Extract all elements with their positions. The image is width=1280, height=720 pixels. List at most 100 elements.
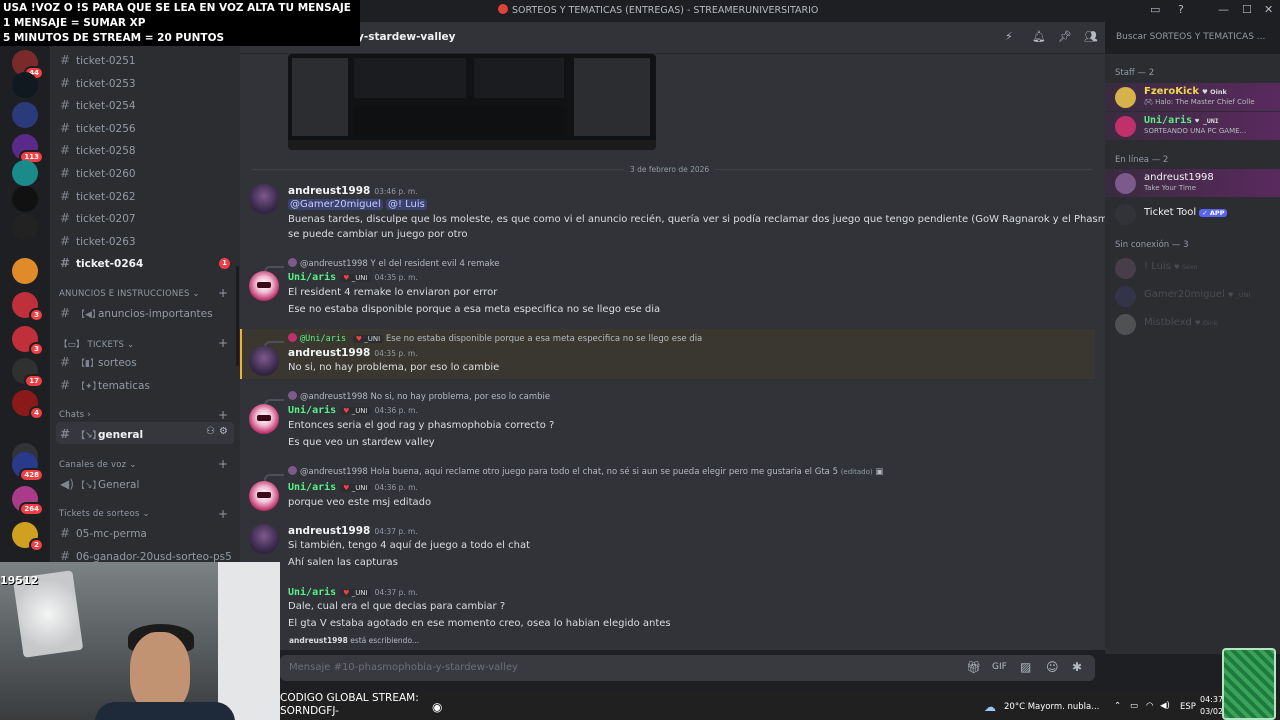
message-author[interactable]: Uni/aris ♥ _UNI 04:37 p. m. [288, 587, 418, 598]
image-attachment[interactable] [288, 54, 656, 150]
category-tickets[interactable]: 【▭】 TICKETS ⌄ [59, 338, 134, 350]
server-icon[interactable]: 4 [12, 390, 44, 420]
server-icon[interactable]: 3 [12, 292, 44, 322]
member-row[interactable]: andreust1998 Take Your Time [1105, 169, 1280, 197]
author-name[interactable]: Uni/aris [288, 272, 336, 283]
gif-icon[interactable]: GIF [992, 662, 1007, 672]
message-author[interactable]: andreust1998 04:35 p. m. [288, 347, 418, 359]
message-author[interactable]: Uni/aris ♥ _UNI 04:35 p. m. [288, 272, 418, 283]
server-icon[interactable] [12, 186, 38, 212]
message-author[interactable]: andreust1998 04:37 p. m. [288, 525, 418, 537]
avatar[interactable] [249, 346, 279, 376]
reply-preview[interactable]: @andreust1998 No si, no hay problema, po… [288, 391, 550, 402]
author-name[interactable]: andreust1998 [288, 185, 370, 197]
avatar[interactable] [249, 404, 279, 434]
member-row[interactable]: Gamer20miguel ♥ _UNI [1105, 282, 1280, 310]
author-name[interactable]: andreust1998 [288, 347, 370, 359]
avatar[interactable] [249, 184, 279, 214]
reply-preview[interactable]: @andreust1998 Y el del resident evil 4 r… [288, 258, 499, 269]
add-channel-icon[interactable]: + [218, 336, 228, 350]
members-icon[interactable]: 👥︎ [1084, 30, 1098, 43]
pin-icon[interactable]: 📌︎ [1058, 30, 1072, 43]
avatar[interactable] [249, 271, 279, 301]
server-icon[interactable] [12, 160, 38, 186]
add-channel-icon[interactable]: + [218, 286, 228, 300]
channel-ticket[interactable]: # ticket-0207 [60, 211, 136, 225]
search-input[interactable]: Buscar SORTEOS Y TEMATICAS ... [1110, 27, 1270, 49]
server-icon[interactable]: 264 [12, 486, 44, 516]
channel-ticket-unread[interactable]: # ticket-0264 [60, 256, 143, 270]
mention-tag[interactable]: @Gamer20miguel [288, 199, 383, 210]
member-row[interactable]: ! Luis ♥ Sexo [1105, 254, 1280, 282]
app-icon[interactable]: ◉ [432, 700, 442, 714]
channel-sorteos[interactable]: # 【▮】sorteos [60, 355, 137, 369]
avatar[interactable] [249, 481, 279, 511]
category-chats[interactable]: Chats › [59, 410, 91, 420]
message-author[interactable]: Uni/aris ♥ _UNI 04:36 p. m. [288, 482, 418, 493]
member-row[interactable]: Ticket Tool ✓ APP [1105, 200, 1280, 228]
member-row[interactable]: FzeroKick ♥ Oink 🎮︎ Halo: The Master Chie… [1105, 83, 1280, 111]
category-voice[interactable]: Canales de voz ⌄ [59, 460, 137, 470]
channel-tematicas[interactable]: # 【✦】tematicas [60, 378, 150, 392]
network-icon[interactable]: ▭ [1130, 701, 1138, 711]
server-icon[interactable]: 17 [12, 358, 44, 388]
channel-ticket[interactable]: # ticket-0260 [60, 166, 136, 180]
channel-ticket[interactable]: # ticket-0262 [60, 189, 136, 203]
category-ticket-sorteos[interactable]: Tickets de sorteos ⌄ [59, 509, 150, 519]
member-row[interactable]: Uni/aris ♥ _UNI SORTEANDO UNA PC GAME... [1105, 112, 1280, 140]
message-input[interactable]: Mensaje #10-phasmophobia-y-stardew-valle… [289, 662, 518, 673]
message-composer[interactable]: Mensaje #10-phasmophobia-y-stardew-valle… [280, 655, 1095, 681]
avatar[interactable] [249, 524, 279, 554]
volume-icon[interactable]: ◀) [1160, 701, 1170, 711]
author-name[interactable]: Uni/aris [288, 405, 336, 416]
channel-ticket[interactable]: # ticket-0254 [60, 98, 136, 112]
channel-general[interactable]: # 【↘】general [60, 427, 143, 441]
server-icon[interactable] [12, 258, 38, 284]
author-name[interactable]: andreust1998 [288, 525, 370, 537]
add-channel-icon[interactable]: + [218, 408, 228, 422]
scrollbar[interactable] [236, 266, 239, 366]
member-row[interactable]: Mistblexd ♥ Oink [1105, 310, 1280, 338]
message-author[interactable]: Uni/aris ♥ _UNI 04:36 p. m. [288, 405, 418, 416]
channel-mc-perma[interactable]: #05-mc-perma [60, 526, 147, 540]
minimize-icon[interactable]: — [1218, 3, 1229, 16]
channel-ticket[interactable]: # ticket-0263 [60, 234, 136, 248]
channel-ticket[interactable]: # ticket-0253 [60, 76, 136, 90]
server-icon[interactable]: 428 [12, 452, 44, 482]
screen-icon[interactable]: ▭ [1150, 3, 1160, 16]
author-name[interactable]: Uni/aris [288, 482, 336, 493]
add-channel-icon[interactable]: + [218, 457, 228, 471]
server-icon[interactable] [12, 214, 38, 240]
channel-ticket[interactable]: # ticket-0258 [60, 143, 136, 157]
language-indicator[interactable]: ESP [1180, 702, 1196, 712]
server-icon[interactable]: 2 [12, 522, 44, 552]
voice-channel-general[interactable]: ◀) 【↘】General [60, 477, 139, 491]
reply-preview[interactable]: @Uni/aris ♥ _UNI Ese no estaba disponibl… [288, 333, 702, 344]
server-icon[interactable] [12, 102, 38, 128]
server-icon[interactable] [12, 72, 38, 98]
server-icon[interactable]: 3 [12, 326, 44, 356]
channel-ticket[interactable]: # ticket-0256 [60, 121, 136, 135]
close-icon[interactable]: ✕ [1264, 3, 1273, 16]
chevron-up-icon[interactable]: ⌃ [1114, 701, 1121, 711]
reply-preview[interactable]: @andreust1998 Hola buena, aqui reclame o… [288, 466, 883, 477]
channel-announcements[interactable]: # 【◀】anuncios-importantes [60, 306, 213, 320]
channel-ticket[interactable]: # ticket-0251 [60, 53, 136, 67]
message-author[interactable]: andreust1998 03:46 p. m. [288, 185, 418, 197]
mention-tag[interactable]: @! Luis [385, 199, 427, 210]
gift-icon[interactable]: 🎁︎ [966, 660, 981, 674]
author-name[interactable]: Uni/aris [288, 587, 336, 598]
maximize-icon[interactable]: ☐ [1242, 3, 1252, 16]
server-icon[interactable]: 113 [12, 134, 44, 164]
invite-icon[interactable]: ⚇ [206, 426, 215, 437]
channel-ganador[interactable]: #06-ganador-20usd-sorteo-ps5 [60, 549, 232, 562]
help-icon[interactable]: ? [1178, 3, 1184, 16]
sticker-icon[interactable]: ▨ [1020, 660, 1031, 674]
wifi-icon[interactable]: ◠ [1146, 701, 1153, 711]
threads-icon[interactable]: ⚡ [1005, 30, 1013, 43]
apps-icon[interactable]: ✱ [1072, 660, 1082, 674]
weather-text[interactable]: 20°C Mayorm. nubla... [1004, 702, 1099, 712]
add-channel-icon[interactable]: + [218, 507, 228, 521]
bell-icon[interactable]: 🔔︎ [1032, 30, 1046, 43]
category-announcements[interactable]: ANUNCIOS E INSTRUCCIONES ⌄ [59, 289, 200, 299]
